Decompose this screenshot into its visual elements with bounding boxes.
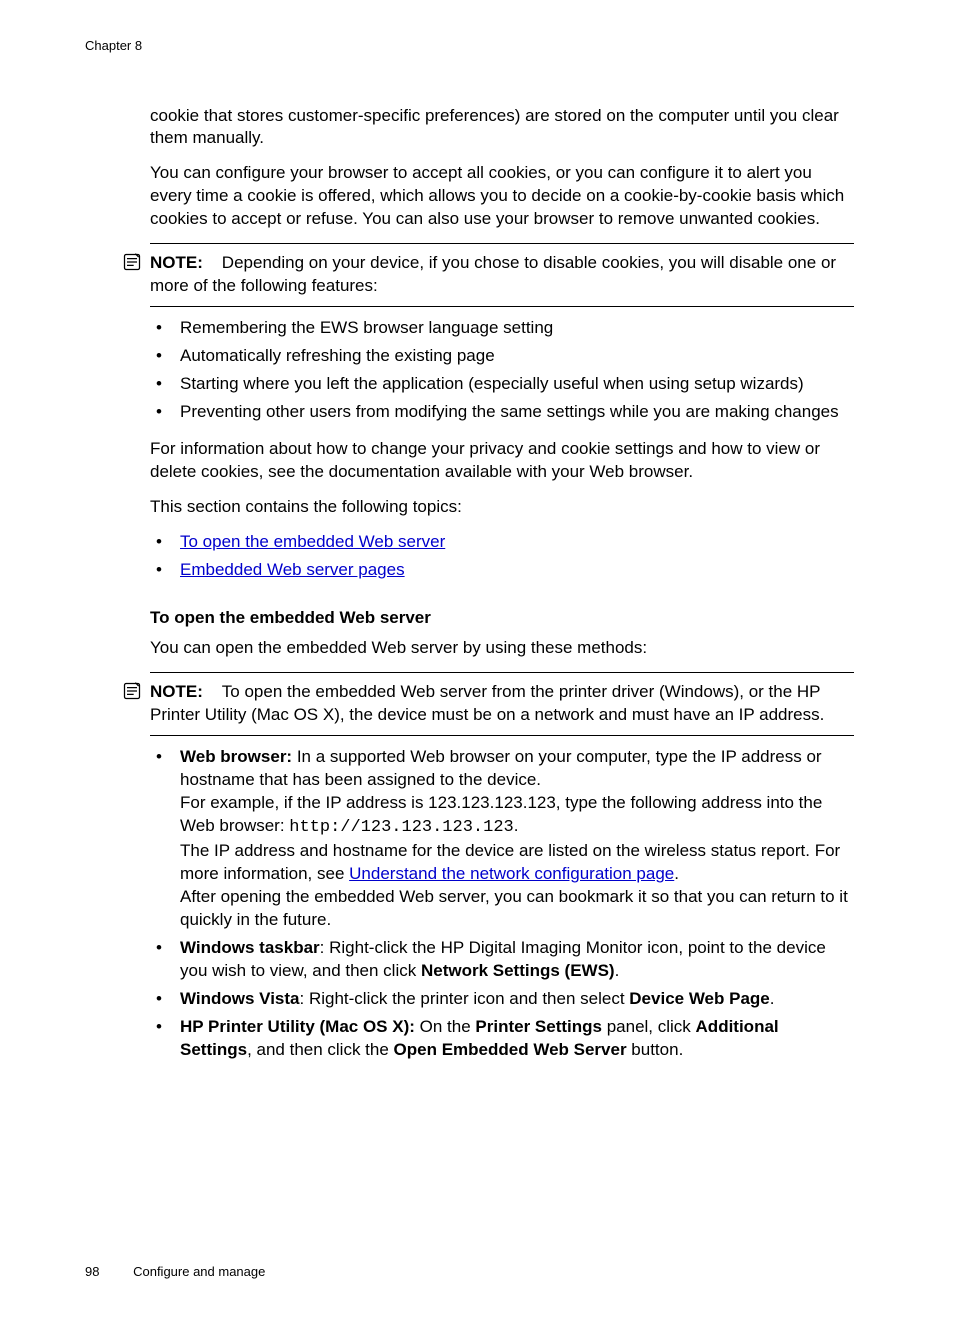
note-text xyxy=(208,682,222,701)
list-item: Embedded Web server pages xyxy=(150,559,854,582)
note-label: NOTE: xyxy=(150,682,203,701)
text: After opening the embedded Web server, y… xyxy=(180,887,848,929)
link-open-ews[interactable]: To open the embedded Web server xyxy=(180,532,445,551)
content-area: cookie that stores customer-specific pre… xyxy=(150,105,854,1062)
list-item: Starting where you left the application … xyxy=(150,373,854,396)
paragraph: You can configure your browser to accept… xyxy=(150,162,854,231)
bullet-list: Remembering the EWS browser language set… xyxy=(150,317,854,424)
code-text: http://123.123.123.123 xyxy=(289,818,513,837)
note-box: NOTE: Depending on your device, if you c… xyxy=(150,243,854,307)
paragraph: cookie that stores customer-specific pre… xyxy=(150,105,854,151)
note-box: NOTE: To open the embedded Web server fr… xyxy=(150,672,854,736)
method-label: Windows taskbar xyxy=(180,938,320,957)
text: . xyxy=(674,864,679,883)
text: . xyxy=(770,989,775,1008)
method-label: Windows Vista xyxy=(180,989,300,1008)
list-item: To open the embedded Web server xyxy=(150,531,854,554)
note-label: NOTE: xyxy=(150,253,203,272)
method-list: Web browser: In a supported Web browser … xyxy=(150,746,854,1061)
paragraph: You can open the embedded Web server by … xyxy=(150,637,854,660)
note-text xyxy=(208,253,222,272)
text: . xyxy=(615,961,620,980)
ui-label: Open Embedded Web Server xyxy=(394,1040,627,1059)
paragraph: This section contains the following topi… xyxy=(150,496,854,519)
chapter-header: Chapter 8 xyxy=(85,37,869,55)
text: panel, click xyxy=(602,1017,696,1036)
method-label: Web browser: xyxy=(180,747,292,766)
list-item: Remembering the EWS browser language set… xyxy=(150,317,854,340)
ui-label: Network Settings (EWS) xyxy=(421,961,615,980)
link-list: To open the embedded Web server Embedded… xyxy=(150,531,854,582)
list-item: Preventing other users from modifying th… xyxy=(150,401,854,424)
page-number: 98 xyxy=(85,1264,99,1279)
list-item: Windows Vista: Right-click the printer i… xyxy=(150,988,854,1011)
list-item: Windows taskbar: Right-click the HP Digi… xyxy=(150,937,854,983)
note-text: To open the embedded Web server from the… xyxy=(150,682,824,724)
footer-section: Configure and manage xyxy=(133,1264,265,1279)
list-item: Automatically refreshing the existing pa… xyxy=(150,345,854,368)
section-heading: To open the embedded Web server xyxy=(150,607,854,630)
note-icon xyxy=(122,681,142,701)
note-text: Depending on your device, if you chose t… xyxy=(150,253,836,295)
link-ews-pages[interactable]: Embedded Web server pages xyxy=(180,560,405,579)
list-item: Web browser: In a supported Web browser … xyxy=(150,746,854,932)
method-label: HP Printer Utility (Mac OS X): xyxy=(180,1017,415,1036)
footer: 98 Configure and manage xyxy=(85,1263,265,1281)
text: . xyxy=(514,816,519,835)
text: , and then click the xyxy=(247,1040,393,1059)
text: On the xyxy=(415,1017,475,1036)
ui-label: Printer Settings xyxy=(475,1017,602,1036)
text: button. xyxy=(627,1040,684,1059)
link-network-config[interactable]: Understand the network configuration pag… xyxy=(349,864,674,883)
ui-label: Device Web Page xyxy=(629,989,769,1008)
note-icon xyxy=(122,252,142,272)
list-item: HP Printer Utility (Mac OS X): On the Pr… xyxy=(150,1016,854,1062)
text: : Right-click the printer icon and then … xyxy=(300,989,630,1008)
paragraph: For information about how to change your… xyxy=(150,438,854,484)
